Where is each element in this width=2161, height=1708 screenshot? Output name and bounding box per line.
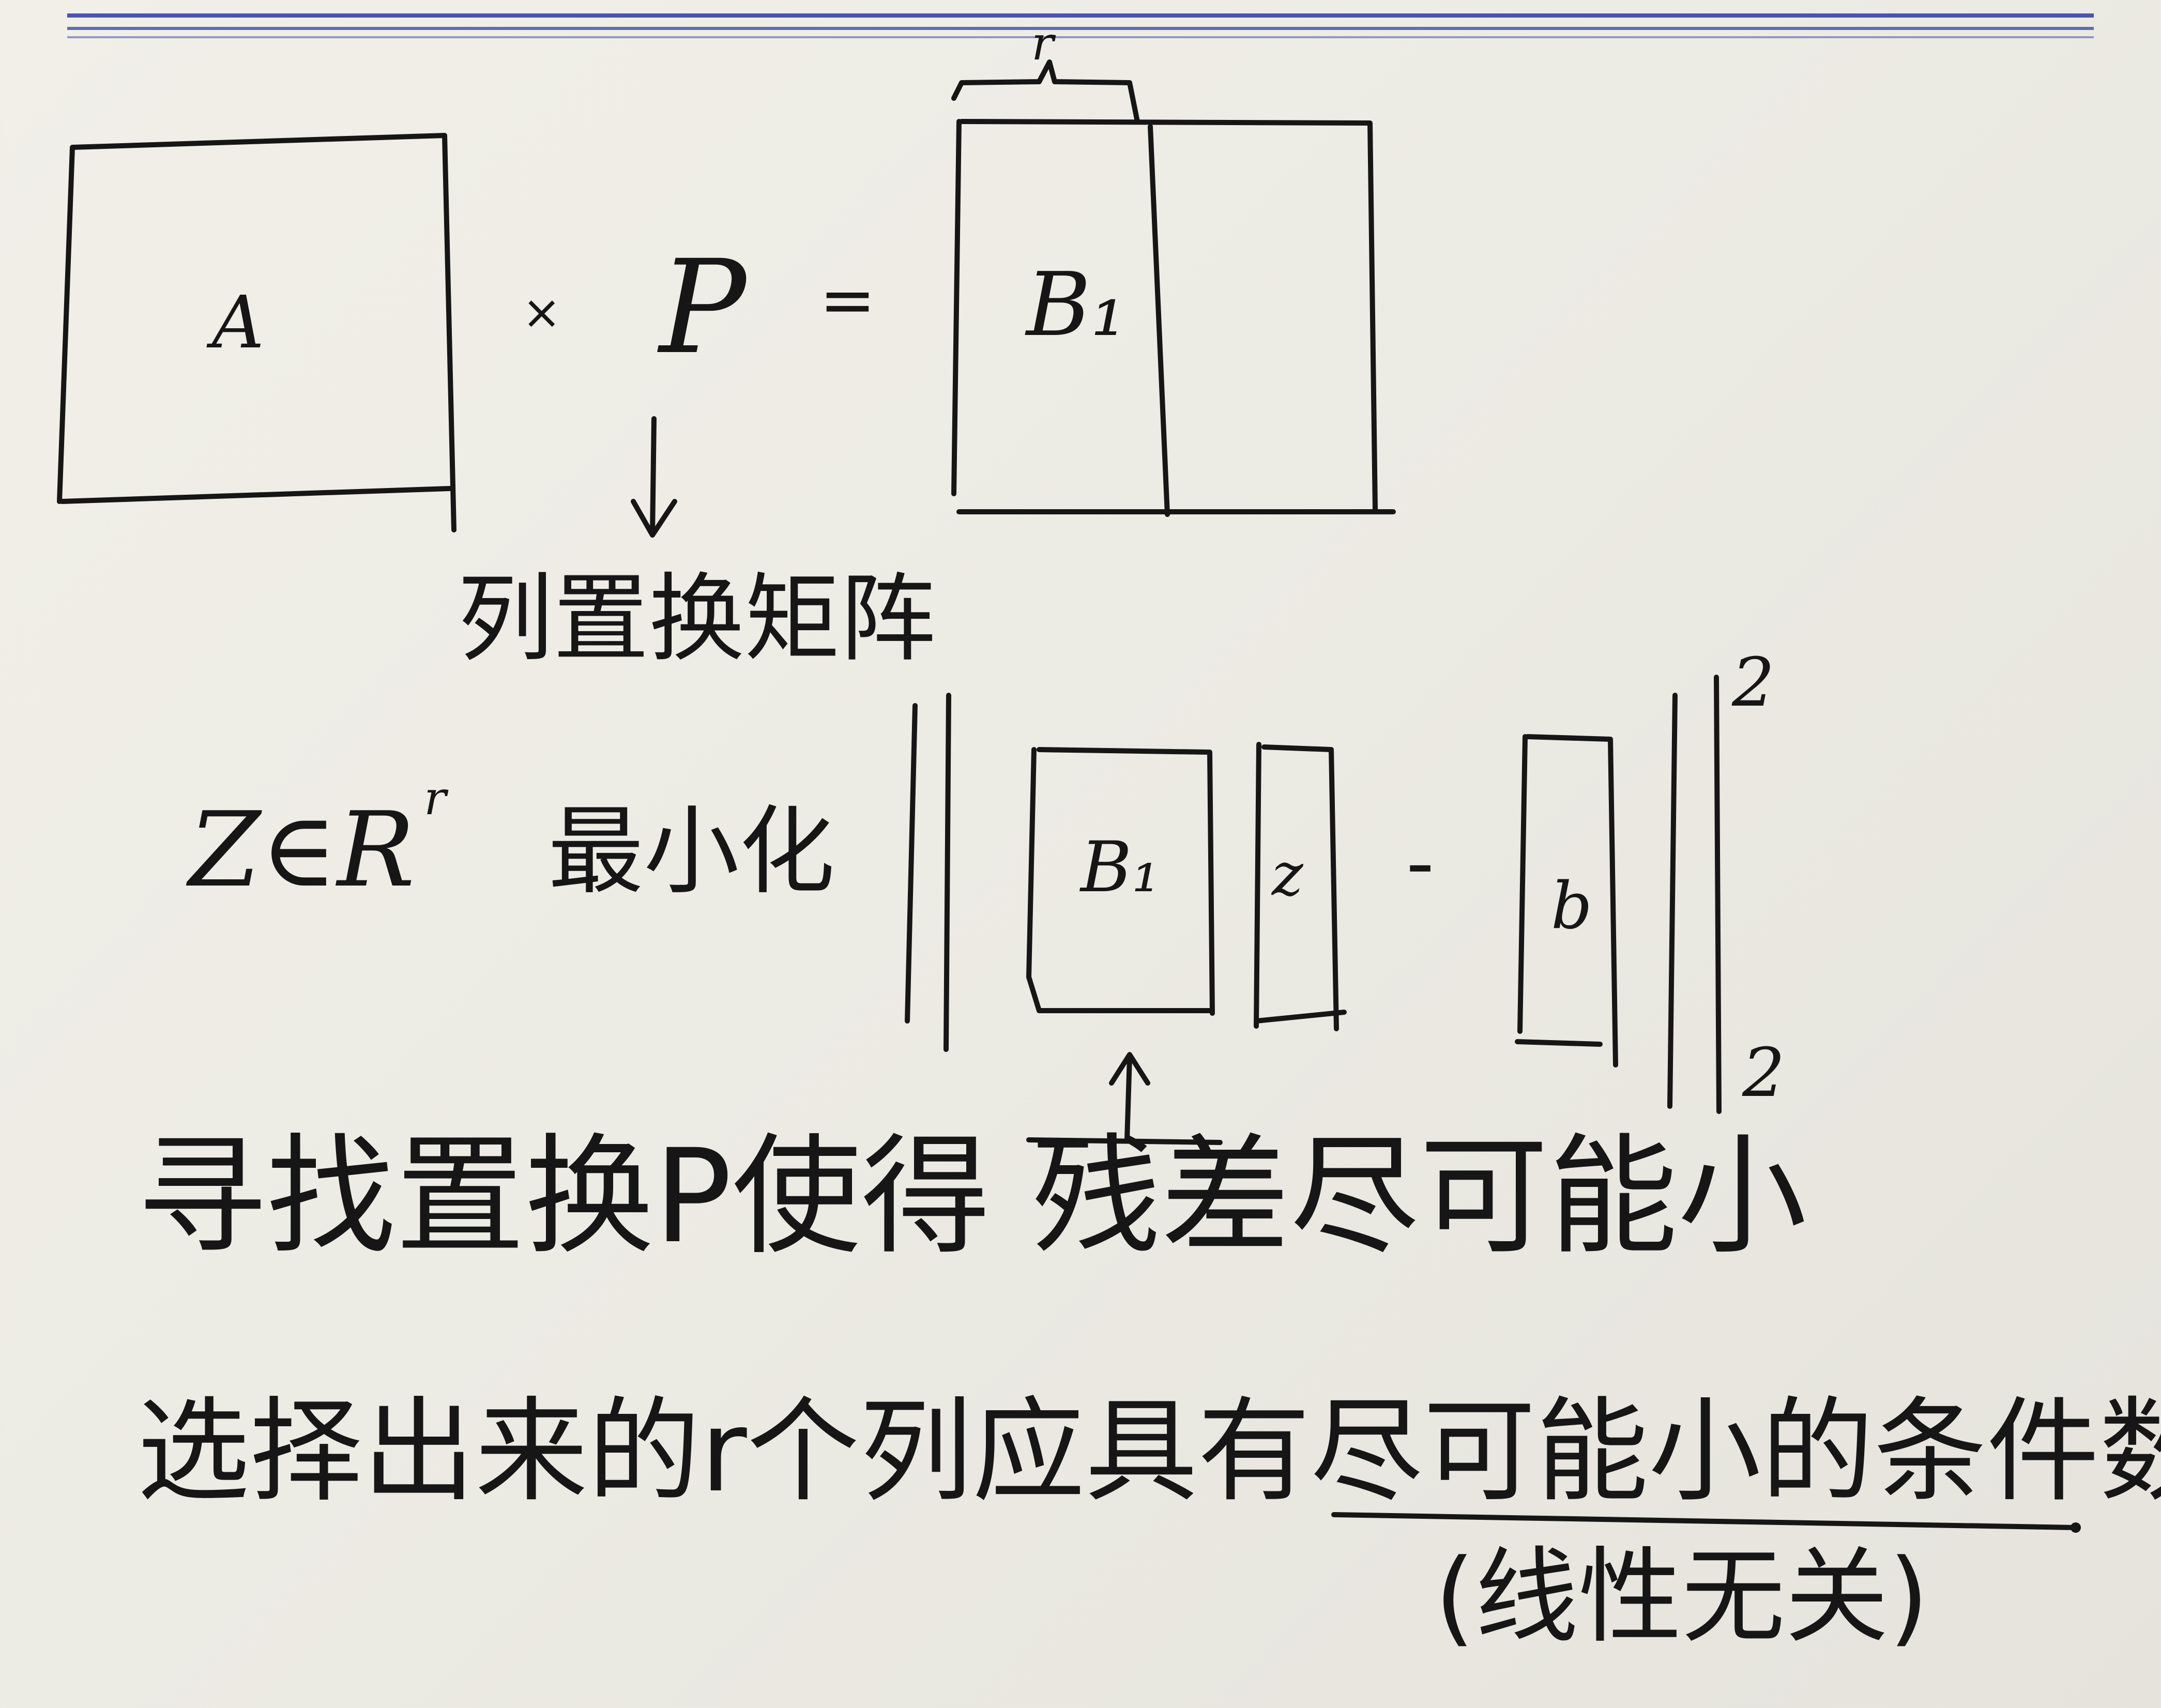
minus-sign: - <box>1406 818 1435 908</box>
norm-block-z: z <box>1272 840 1303 909</box>
matrix-a-label: A <box>212 281 265 365</box>
z-domain-sup: r <box>424 771 447 826</box>
equals-sign: = <box>819 261 876 339</box>
underline-dot <box>2071 1522 2081 1533</box>
norm-sup: 2 <box>1732 643 1775 722</box>
p-arrow <box>631 416 677 538</box>
norm-bars-right <box>1667 675 1722 1114</box>
r-brace <box>951 59 1140 124</box>
matrix-b-box <box>951 119 1396 517</box>
minimize-word: 最小化 <box>548 796 835 907</box>
note-line-3: (线性无关) <box>1435 1537 1929 1657</box>
note-line-1: 寻找置换P使得 残差尽可能小 <box>137 1121 1807 1272</box>
norm-block-b: b <box>1551 868 1593 943</box>
norm-bars-left <box>905 693 951 1052</box>
times-sign: × <box>522 285 561 340</box>
brace-label: r <box>1031 17 1054 71</box>
note-line-2: 选择出来的r个列应具有尽可能小的条件数. <box>137 1386 2161 1517</box>
norm-sub: 2 <box>1742 1033 1785 1112</box>
block-b1-label: B₁ <box>1026 254 1127 356</box>
norm-block-b1: B₁ <box>1080 827 1160 908</box>
p-caption: 列置换矩阵 <box>458 563 936 675</box>
matrix-p-label: P <box>659 232 747 383</box>
z-domain: Z∈R <box>189 790 415 910</box>
